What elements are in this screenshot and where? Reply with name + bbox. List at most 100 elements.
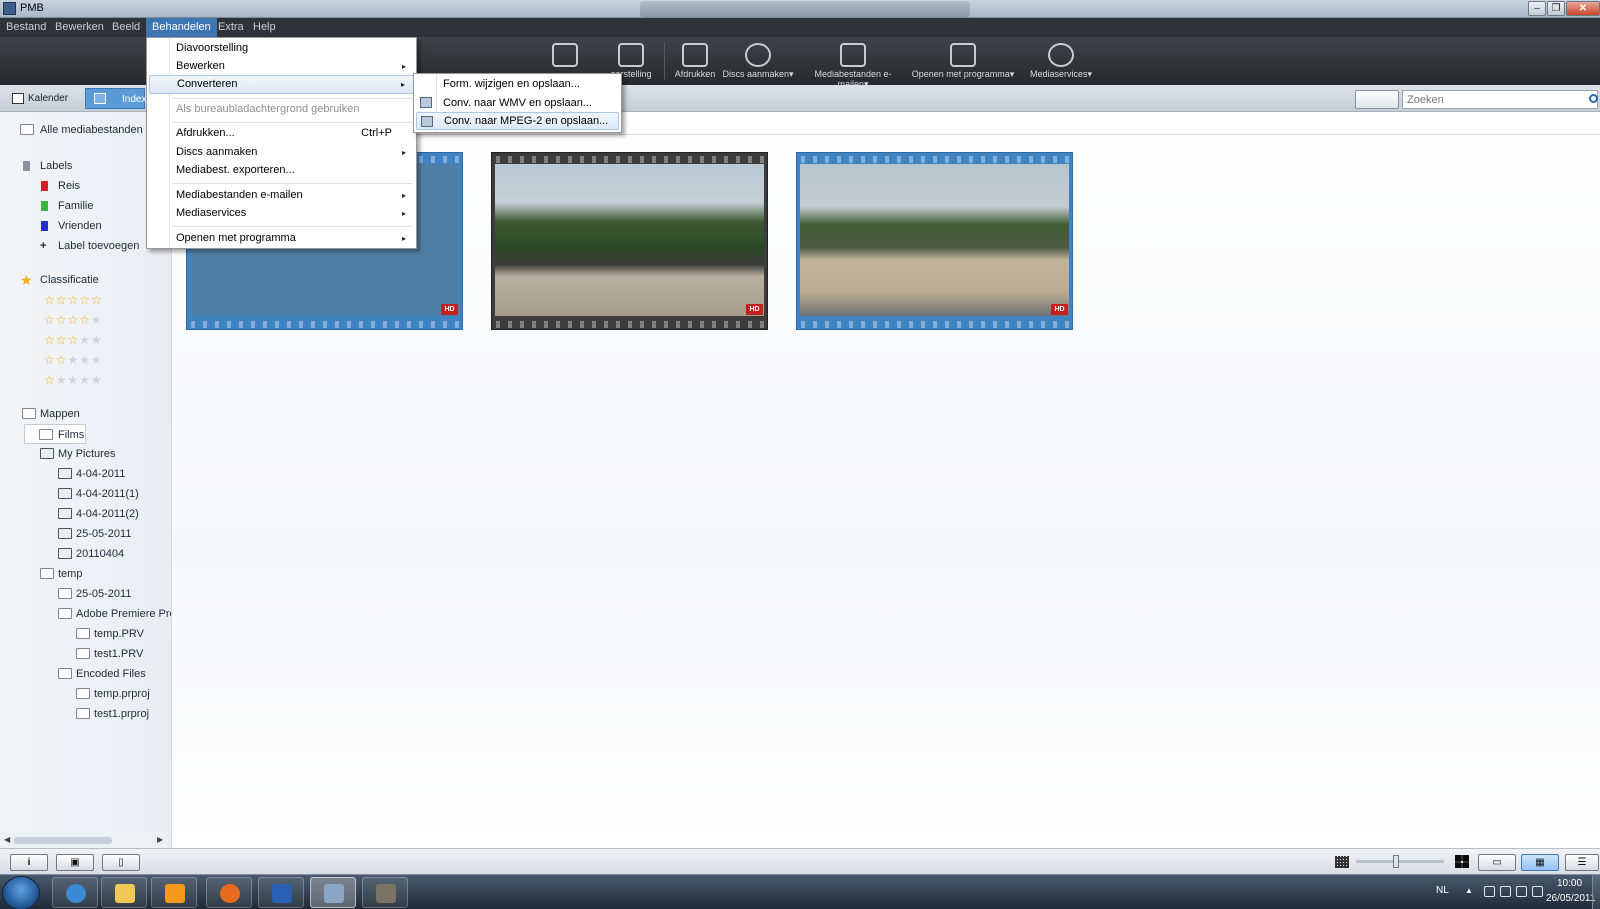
submenu-item-convert-mpeg2[interactable]: Conv. naar MPEG-2 en opslaan... xyxy=(416,112,619,130)
close-button[interactable]: ✕ xyxy=(1566,1,1600,16)
clock-time[interactable]: 10:00 xyxy=(1557,878,1582,889)
info-button[interactable]: i xyxy=(10,854,48,871)
print-button[interactable]: Afdrukken xyxy=(668,37,722,85)
sidebar-item-folder-encoded-files[interactable]: Encoded Files xyxy=(56,664,146,684)
maximize-button[interactable]: ❐ xyxy=(1547,1,1565,16)
sidebar-item-label: 25-05-2011 xyxy=(76,588,132,600)
sidebar-item-folder-my-pictures[interactable]: My Pictures xyxy=(38,444,115,464)
details-view-button[interactable]: ▣ xyxy=(56,854,94,871)
menu-help[interactable]: Help xyxy=(247,18,282,37)
sidebar-item-folder-25-05-2011[interactable]: 25-05-2011 xyxy=(56,524,131,544)
menu-item-discs-aanmaken[interactable]: Discs aanmaken ▸ xyxy=(149,143,414,162)
filmstrip-view-button[interactable]: ▭ xyxy=(1478,854,1516,871)
clock-date[interactable]: 26/05/2011 xyxy=(1546,893,1595,904)
sidebar-horizontal-scrollbar[interactable]: ◀ ▶ xyxy=(0,832,168,848)
taskbar-media-player[interactable] xyxy=(151,877,197,908)
taskbar-internet-explorer[interactable] xyxy=(52,877,98,908)
show-desktop-button[interactable] xyxy=(1592,875,1600,909)
book-view-button[interactable]: ▯ xyxy=(102,854,140,871)
taskbar-firefox[interactable] xyxy=(206,877,252,908)
scrollbar-thumb[interactable] xyxy=(14,837,112,844)
submenu-item-convert-wmv[interactable]: Conv. naar WMV en opslaan... xyxy=(416,94,619,112)
sidebar-item-label-reis[interactable]: Reis xyxy=(38,176,80,196)
open-with-program-button[interactable]: Openen met programma▾ xyxy=(910,37,1016,85)
taskbar-explorer[interactable] xyxy=(101,877,147,908)
rating-filter-1-star[interactable]: ☆★★★★ xyxy=(44,370,103,390)
show-hidden-icons-icon[interactable]: ▲ xyxy=(1465,886,1473,895)
menu-extra[interactable]: Extra xyxy=(212,18,250,37)
menu-item-converteren[interactable]: Converteren ▸ xyxy=(149,75,414,94)
email-media-button[interactable]: Mediabestanden e-mailen▾ xyxy=(800,37,906,89)
search-icon[interactable] xyxy=(1589,94,1598,103)
sidebar-heading-classification[interactable]: ★ Classificatie xyxy=(20,270,99,290)
sidebar-item-folder-temp-25-05-2011[interactable]: 25-05-2011 xyxy=(56,584,131,604)
menu-item-diavoorstelling[interactable]: Diavoorstelling xyxy=(149,39,414,58)
video-thumbnail[interactable]: HD xyxy=(796,152,1073,330)
sidebar-item-folder-4-04-2011-2[interactable]: 4-04-2011(2) xyxy=(56,504,139,524)
taskbar-app[interactable] xyxy=(362,877,408,908)
scroll-right-icon[interactable]: ▶ xyxy=(157,835,163,844)
menu-item-afdrukken[interactable]: Afdrukken... Ctrl+P xyxy=(149,124,414,143)
scroll-left-icon[interactable]: ◀ xyxy=(4,835,10,844)
sidebar-item-folder-temp-prv[interactable]: temp.PRV xyxy=(74,624,144,644)
tab-index[interactable]: Index xyxy=(85,88,146,109)
menu-bewerken[interactable]: Bewerken xyxy=(49,18,110,37)
sidebar-item-all-media[interactable]: Alle mediabestanden xyxy=(20,120,143,140)
search-input[interactable] xyxy=(1402,90,1598,109)
minimize-button[interactable]: – xyxy=(1528,1,1546,16)
large-grid-icon[interactable] xyxy=(1455,855,1469,868)
menu-item-label: Afdrukken... xyxy=(176,127,235,139)
convert-video-icon xyxy=(421,116,433,127)
camera-import-button[interactable] xyxy=(1355,90,1399,109)
rating-filter-5-stars[interactable]: ☆☆☆☆☆ xyxy=(44,290,103,310)
tab-calendar[interactable]: Kalender xyxy=(8,89,74,108)
menu-item-bewerken[interactable]: Bewerken ▸ xyxy=(149,57,414,76)
language-indicator[interactable]: NL xyxy=(1436,885,1449,896)
sidebar-item-label-familie[interactable]: Familie xyxy=(38,196,93,216)
menu-behandelen[interactable]: Behandelen xyxy=(146,18,217,37)
sidebar-item-folder-films[interactable]: Films xyxy=(24,424,86,444)
sidebar-item-folder-20110404[interactable]: 20110404 xyxy=(56,544,124,564)
sidebar-item-label-vrienden[interactable]: Vrienden xyxy=(38,216,102,236)
add-label-button[interactable]: + Label toevoegen xyxy=(38,236,139,256)
sidebar-heading-folders[interactable]: Mappen xyxy=(20,404,80,424)
menu-item-label: Discs aanmaken xyxy=(176,146,258,158)
sidebar-heading-labels[interactable]: Labels xyxy=(20,156,72,176)
menu-item-label: Mediabestanden e-mailen xyxy=(176,189,303,201)
menu-item-e-mailen[interactable]: Mediabestanden e-mailen ▸ xyxy=(149,186,414,205)
menu-beeld[interactable]: Beeld xyxy=(106,18,146,37)
sidebar-item-folder-adobe-premiere-pro[interactable]: Adobe Premiere Pro xyxy=(56,604,171,624)
list-view-button[interactable]: ☰ xyxy=(1565,854,1599,871)
tray-app-icon[interactable] xyxy=(1484,886,1495,897)
sidebar-item-folder-4-04-2011-1[interactable]: 4-04-2011(1) xyxy=(56,484,139,504)
start-button[interactable] xyxy=(2,876,40,909)
rating-filter-3-stars[interactable]: ☆☆☆★★ xyxy=(44,330,103,350)
taskbar-word[interactable] xyxy=(258,877,304,908)
sidebar-item-folder-temp-prproj[interactable]: temp.prproj xyxy=(74,684,150,704)
video-thumbnail[interactable]: HD xyxy=(491,152,768,330)
menu-item-mediaservices[interactable]: Mediaservices ▸ xyxy=(149,204,414,223)
label-color-icon xyxy=(41,181,48,191)
sidebar-item-folder-test1-prv[interactable]: test1.PRV xyxy=(74,644,143,664)
action-center-flag-icon[interactable] xyxy=(1500,886,1511,897)
submenu-item-change-format[interactable]: Form. wijzigen en opslaan... xyxy=(416,75,619,93)
volume-icon[interactable] xyxy=(1532,886,1543,897)
folder-icon xyxy=(76,688,90,699)
sidebar-item-folder-4-04-2011[interactable]: 4-04-2011 xyxy=(56,464,125,484)
menu-item-openen-met-programma[interactable]: Openen met programma ▸ xyxy=(149,229,414,248)
thumbnail-size-slider[interactable] xyxy=(1356,860,1444,863)
slider-thumb[interactable] xyxy=(1393,855,1399,868)
create-discs-button[interactable]: Discs aanmaken▾ xyxy=(722,37,794,85)
grid-view-button[interactable]: ▦ xyxy=(1521,854,1559,871)
rating-filter-2-stars[interactable]: ☆☆★★★ xyxy=(44,350,103,370)
menu-bestand[interactable]: Bestand xyxy=(0,18,52,37)
small-grid-icon[interactable] xyxy=(1335,856,1349,868)
sidebar-item-label: Encoded Files xyxy=(76,668,146,680)
rating-filter-4-stars[interactable]: ☆☆☆☆★ xyxy=(44,310,103,330)
sidebar-item-folder-temp[interactable]: temp xyxy=(38,564,82,584)
menu-item-exporteren[interactable]: Mediabest. exporteren... xyxy=(149,161,414,180)
taskbar-pmb[interactable] xyxy=(310,877,356,908)
media-services-button[interactable]: Mediaservices▾ xyxy=(1018,37,1104,85)
sidebar-item-folder-test1-prproj[interactable]: test1.prproj xyxy=(74,704,149,724)
network-icon[interactable] xyxy=(1516,886,1527,897)
